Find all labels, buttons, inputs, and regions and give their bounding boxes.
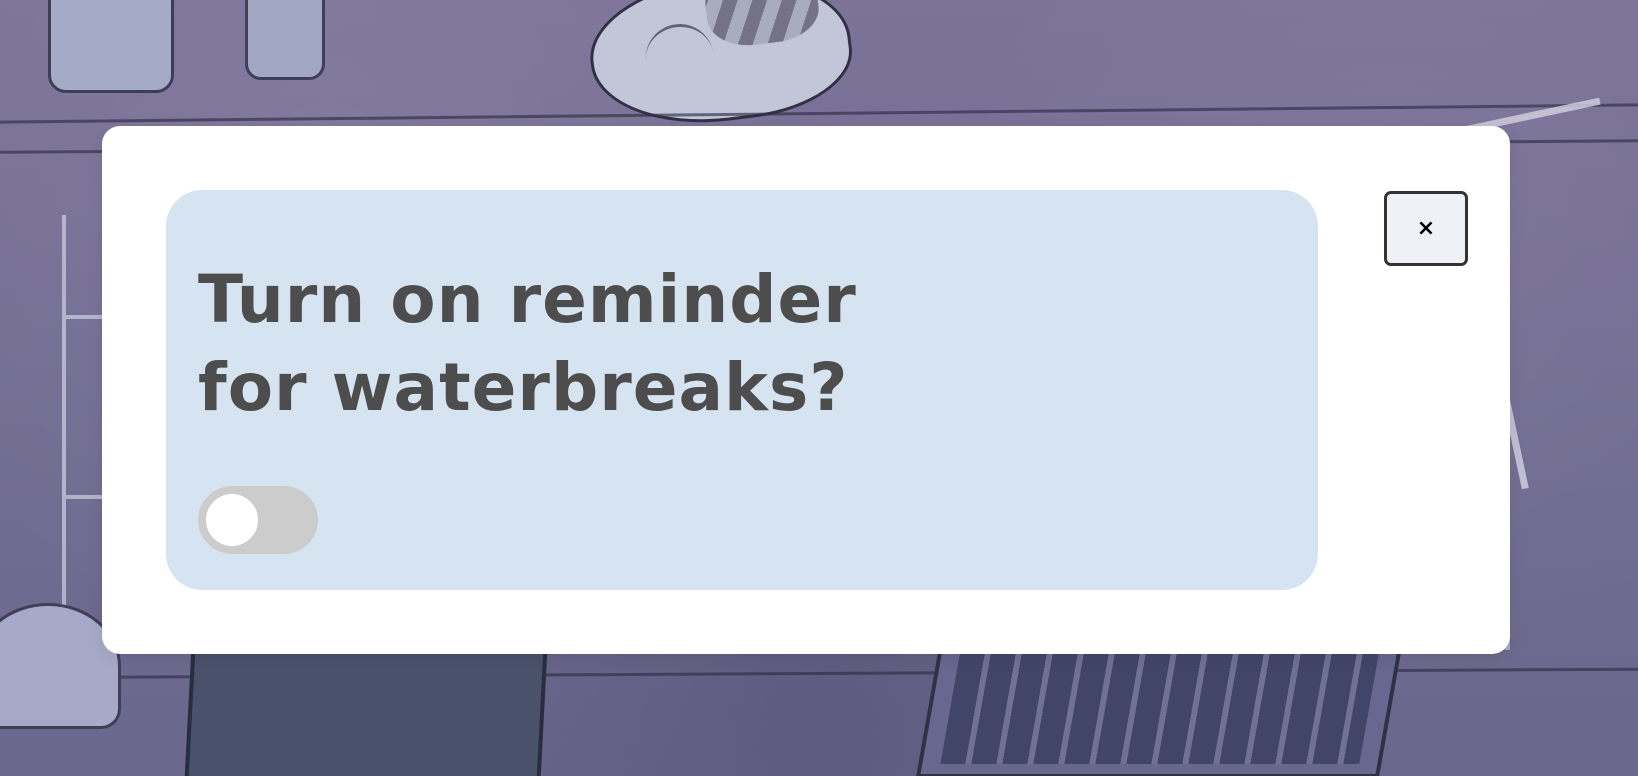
close-button[interactable]: × [1384, 191, 1468, 266]
reminder-modal: Turn on reminder for waterbreaks? × [102, 126, 1510, 654]
reminder-prompt: Turn on reminder for waterbreaks? [198, 261, 857, 426]
waterbreak-reminder-toggle[interactable] [198, 486, 318, 554]
reminder-card: Turn on reminder for waterbreaks? [166, 190, 1318, 590]
close-icon: × [1416, 215, 1436, 241]
toggle-knob [206, 494, 258, 546]
